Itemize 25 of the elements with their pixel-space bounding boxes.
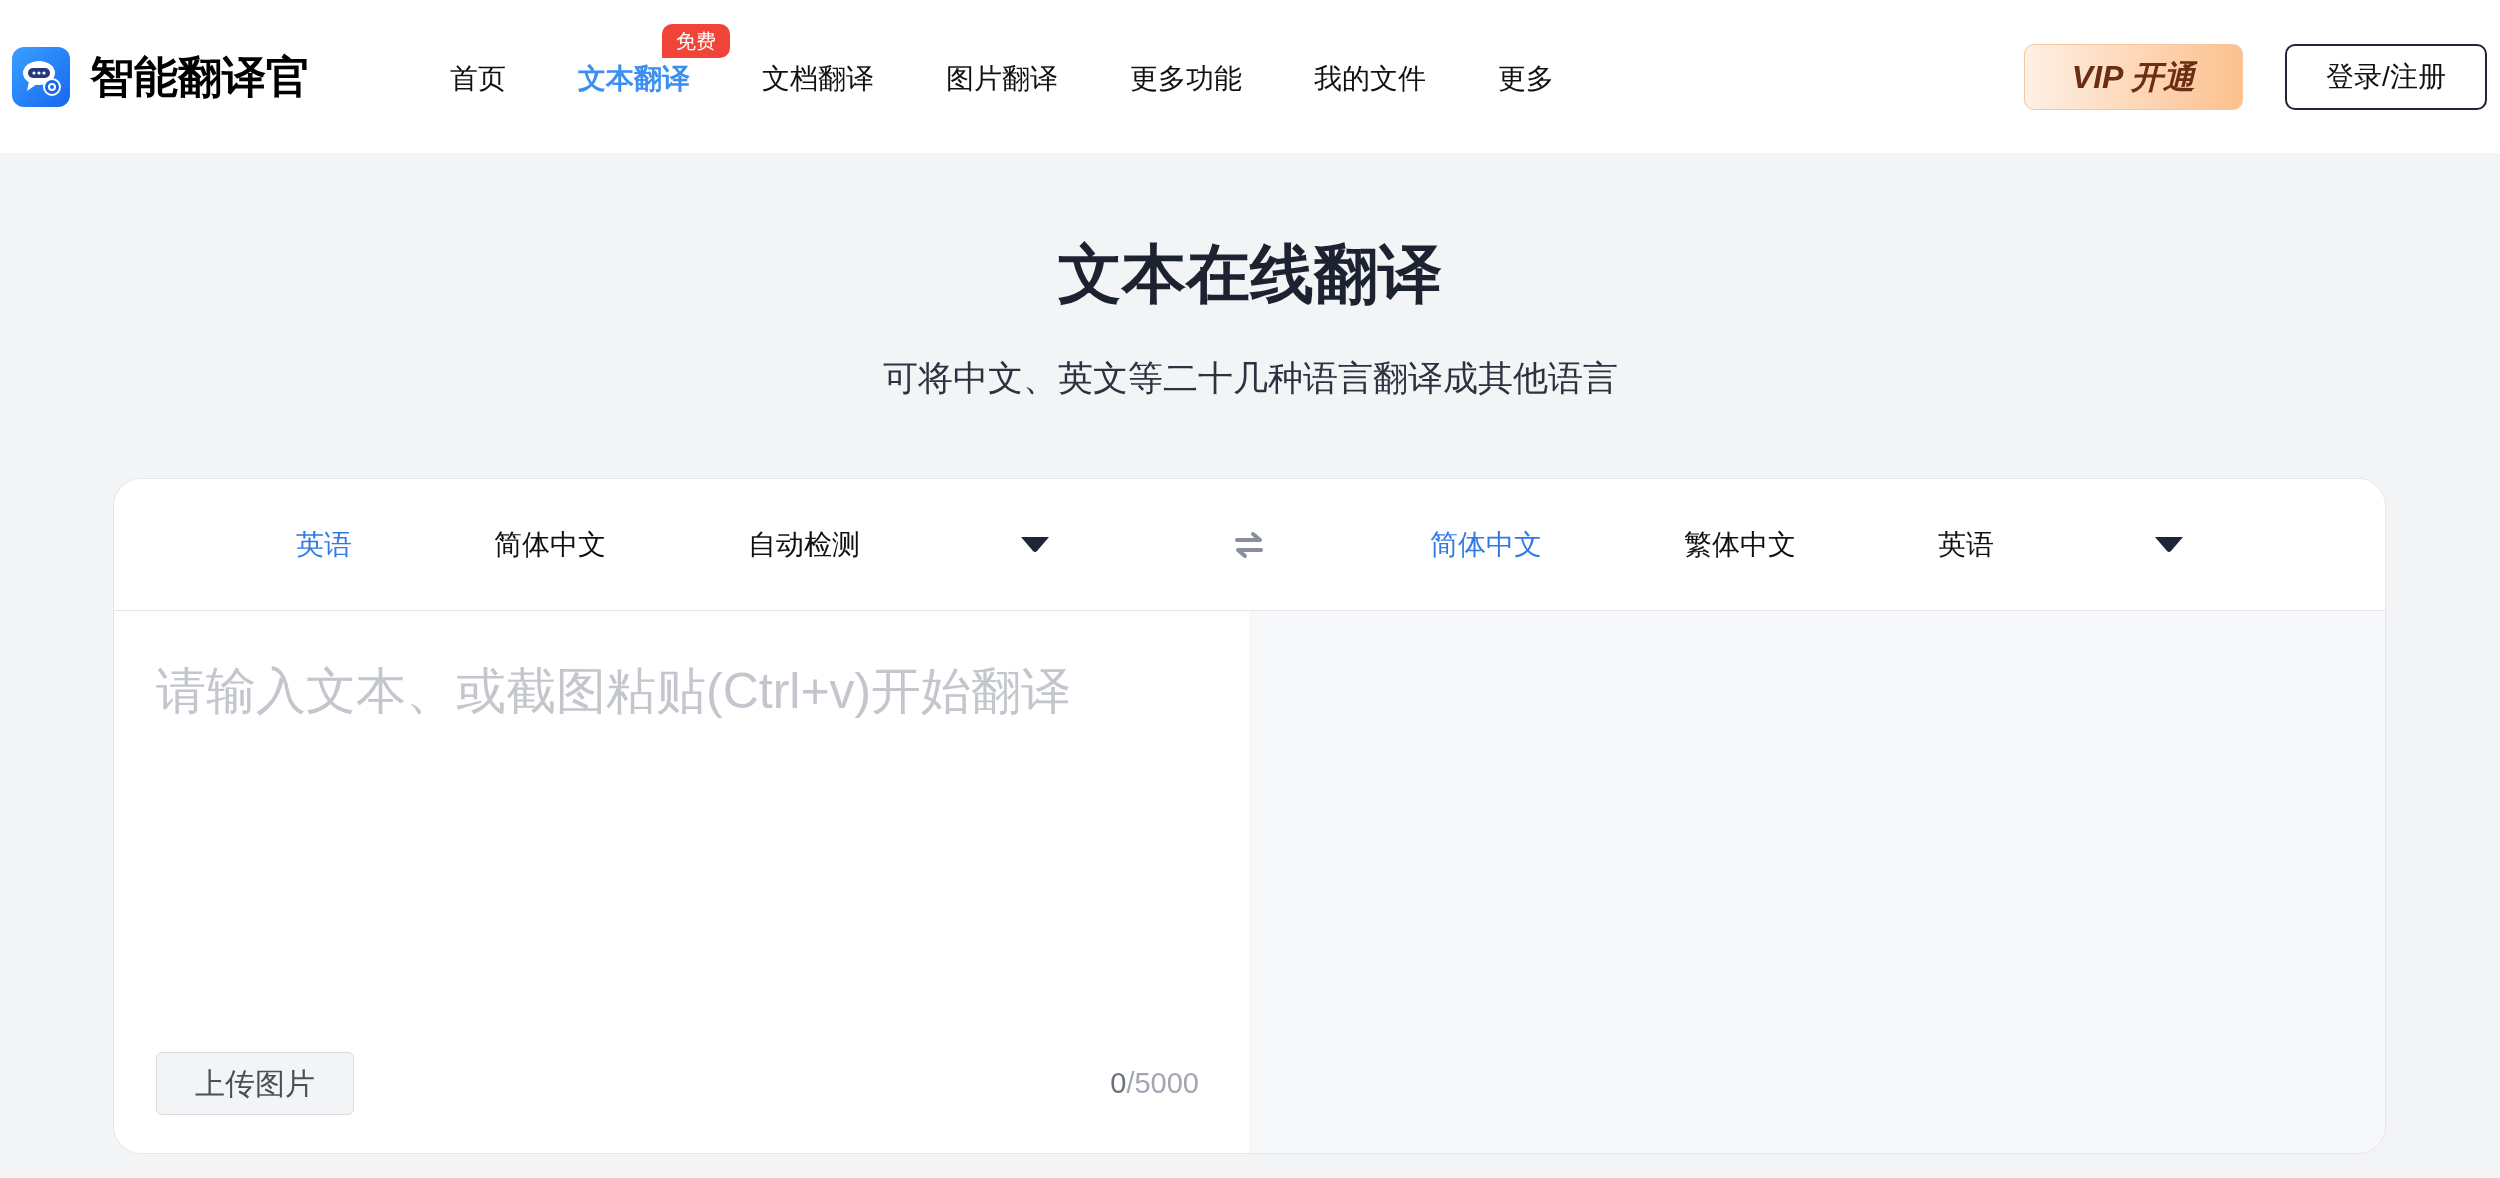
- logo-icon: [12, 46, 70, 107]
- nav-link[interactable]: 文档翻译: [762, 62, 874, 94]
- character-count: 0: [1110, 1065, 1127, 1101]
- language-tab[interactable]: 繁体中文: [1684, 523, 1796, 566]
- brand-name: 智能翻译官: [90, 50, 310, 103]
- nav-link[interactable]: 更多: [1498, 62, 1554, 94]
- language-tab[interactable]: 英语: [1938, 523, 1994, 566]
- character-limit: /5000: [1126, 1065, 1199, 1101]
- language-tab[interactable]: 英语: [296, 523, 352, 566]
- login-button[interactable]: 登录/注册: [2285, 43, 2487, 110]
- nav-link[interactable]: 我的文件: [1314, 62, 1426, 94]
- language-tab[interactable]: 简体中文: [1430, 523, 1542, 566]
- source-text-field[interactable]: 请输入文本、或截图粘贴(Ctrl+v)开始翻译 上传图片 0/5000: [114, 611, 1249, 1153]
- dropdown-caret-icon[interactable]: [2155, 536, 2183, 553]
- language-tab[interactable]: 自动检测: [748, 523, 860, 566]
- language-tab[interactable]: 简体中文: [494, 523, 606, 566]
- vip-button[interactable]: VIP 开通: [2024, 43, 2243, 110]
- nav-link[interactable]: 首页: [450, 62, 506, 94]
- nav-link[interactable]: 图片翻译: [946, 62, 1058, 94]
- page-subtitle: 可将中文、英文等二十几种语言翻译成其他语言: [881, 357, 1619, 399]
- free-badge: 免费: [662, 23, 730, 58]
- upload-image-button[interactable]: 上传图片: [156, 1052, 354, 1115]
- nav-link[interactable]: 更多功能: [1130, 62, 1242, 94]
- page-title: 文本在线翻译: [1057, 237, 1443, 312]
- dropdown-caret-icon[interactable]: [1021, 536, 1049, 553]
